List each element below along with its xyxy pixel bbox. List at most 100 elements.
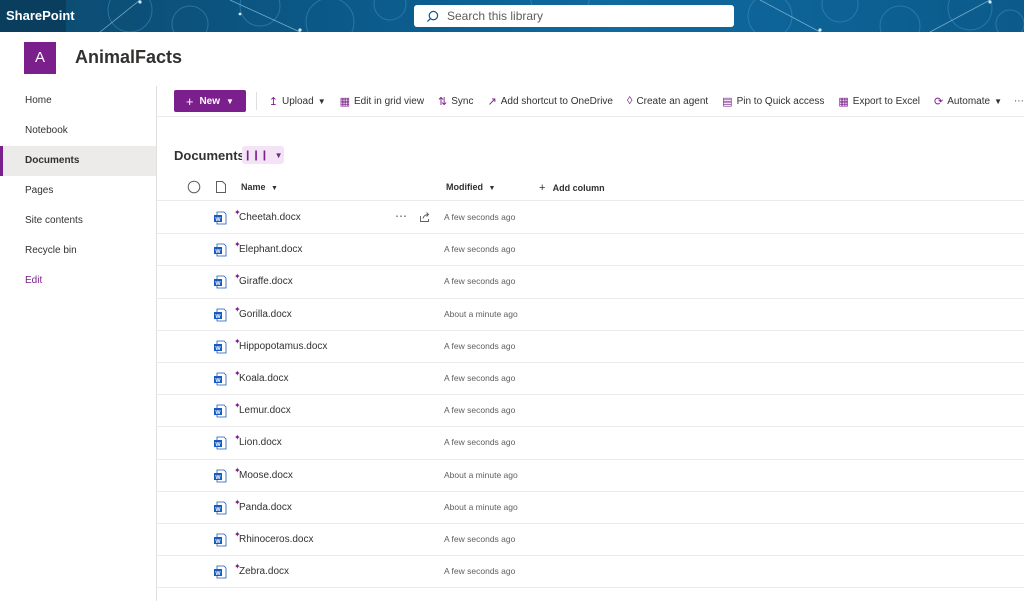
table-row[interactable]: W ✦ Cheetah.docx ⋯ A few seconds ago	[157, 202, 1024, 235]
nav-edit-link[interactable]: Edit	[0, 266, 156, 296]
modified-value: About a minute ago	[444, 469, 518, 480]
nav-item-documents[interactable]: Documents	[0, 146, 156, 176]
modified-value: A few seconds ago	[444, 437, 516, 448]
table-row[interactable]: W ✦ Giraffe.docx A few seconds ago	[157, 266, 1024, 299]
pin-quick-access-button[interactable]: ▤ Pin to Quick access	[722, 95, 824, 108]
modified-value: A few seconds ago	[444, 566, 516, 577]
table-row[interactable]: W ✦ Lemur.docx A few seconds ago	[157, 395, 1024, 428]
sync-button[interactable]: ⇅ Sync	[438, 95, 473, 108]
file-name-link[interactable]: Zebra.docx	[239, 566, 289, 577]
modified-value: A few seconds ago	[444, 340, 516, 351]
suite-bar: SharePoint Search this library	[0, 0, 1024, 32]
select-all-checkbox[interactable]	[187, 180, 201, 194]
file-name-link[interactable]: Cheetah.docx	[239, 212, 301, 223]
file-name-link[interactable]: Moose.docx	[239, 470, 293, 481]
svg-text:W: W	[215, 442, 221, 448]
word-icon: W	[214, 372, 227, 386]
share-icon[interactable]	[419, 211, 431, 223]
word-icon: W	[214, 211, 227, 225]
add-shortcut-button[interactable]: ↗ Add shortcut to OneDrive	[488, 95, 614, 108]
word-icon: W	[214, 501, 227, 515]
table-row[interactable]: W ✦ Rhinoceros.docx A few seconds ago	[157, 524, 1024, 557]
edit-grid-label: Edit in grid view	[354, 95, 425, 107]
table-row[interactable]: W ✦ Gorilla.docx About a minute ago	[157, 299, 1024, 331]
column-header-modified[interactable]: Modified ▼	[446, 182, 495, 192]
file-name-link[interactable]: Rhinoceros.docx	[239, 534, 313, 545]
modified-value: A few seconds ago	[444, 533, 516, 544]
column-modified-label: Modified	[446, 182, 483, 192]
nav-item-recycle-bin[interactable]: Recycle bin	[0, 236, 156, 266]
file-name-link[interactable]: Hippopotamus.docx	[239, 341, 327, 352]
create-agent-button[interactable]: ◊ Create an agent	[627, 95, 708, 107]
table-row[interactable]: W ✦ Koala.docx A few seconds ago	[157, 363, 1024, 396]
modified-value: About a minute ago	[444, 501, 518, 512]
nav-item-site-contents[interactable]: Site contents	[0, 206, 156, 236]
pin-quick-label: Pin to Quick access	[736, 95, 825, 107]
modified-value: A few seconds ago	[444, 276, 516, 287]
word-icon: W	[214, 340, 227, 354]
agent-icon: ◊	[627, 95, 633, 107]
table-row[interactable]: W ✦ Panda.docx About a minute ago	[157, 492, 1024, 524]
svg-text:W: W	[215, 249, 221, 255]
chevron-down-icon: ▼	[488, 185, 496, 192]
table-row[interactable]: W ✦ Lion.docx A few seconds ago	[157, 427, 1024, 460]
nav-item-pages[interactable]: Pages	[0, 176, 156, 206]
library-title[interactable]: Documents	[174, 148, 245, 163]
file-name-link[interactable]: Gorilla.docx	[239, 309, 292, 320]
chevron-down-icon: ▼	[226, 96, 234, 106]
search-box[interactable]: Search this library	[414, 5, 734, 27]
file-name-link[interactable]: Elephant.docx	[239, 244, 302, 255]
more-icon: ⋯	[1014, 95, 1024, 107]
automate-button[interactable]: ⟳ Automate ▼	[934, 95, 1002, 108]
new-button[interactable]: + New ▼	[174, 90, 246, 112]
table-row[interactable]: W ✦ Zebra.docx A few seconds ago	[157, 556, 1024, 589]
svg-text:W: W	[215, 410, 221, 416]
file-name-link[interactable]: Lemur.docx	[239, 405, 291, 416]
command-bar: + New ▼ ↥ Upload ▼ ▦ Edit in grid view ⇅…	[166, 86, 1024, 116]
modified-value: A few seconds ago	[444, 372, 516, 383]
search-icon	[426, 10, 439, 22]
modified-value: A few seconds ago	[444, 244, 516, 255]
svg-text:W: W	[215, 506, 221, 512]
edit-grid-view-button[interactable]: ▦ Edit in grid view	[340, 95, 424, 108]
grid-icon: ▦	[339, 95, 351, 108]
file-name-link[interactable]: Koala.docx	[239, 373, 288, 384]
shortcut-icon: ↗	[487, 95, 497, 108]
table-row[interactable]: W ✦ Moose.docx About a minute ago	[157, 460, 1024, 492]
file-name-link[interactable]: Lion.docx	[239, 437, 282, 448]
word-icon: W	[214, 275, 227, 289]
upload-label: Upload	[281, 95, 314, 107]
more-commands-button[interactable]: ⋯	[1014, 96, 1024, 107]
more-actions-icon[interactable]: ⋯	[395, 209, 408, 223]
search-placeholder: Search this library	[447, 9, 544, 23]
chevron-down-icon: ▼	[271, 185, 278, 192]
word-icon: W	[214, 469, 227, 482]
nav-item-home[interactable]: Home	[0, 86, 156, 116]
excel-icon: ▦	[838, 95, 849, 108]
add-shortcut-label: Add shortcut to OneDrive	[500, 95, 613, 107]
add-column-label: Add column	[552, 183, 605, 193]
table-row[interactable]: W ✦ Elephant.docx A few seconds ago	[157, 234, 1024, 267]
sharepoint-brand[interactable]: SharePoint	[0, 0, 75, 32]
upload-button[interactable]: ↥ Upload ▼	[269, 95, 326, 108]
nav-item-notebook[interactable]: Notebook	[0, 116, 156, 146]
modified-value: A few seconds ago	[444, 405, 516, 416]
modified-value: About a minute ago	[444, 308, 518, 319]
word-icon: W	[214, 404, 227, 418]
upload-icon: ↥	[268, 95, 278, 108]
svg-text:W: W	[215, 539, 221, 545]
list-header: Name ▼ Modified ▼ + Add column	[157, 173, 1024, 201]
file-type-icon[interactable]	[215, 180, 227, 194]
site-logo[interactable]: A	[24, 42, 56, 74]
word-icon: W	[214, 308, 227, 321]
chevron-down-icon: ▼	[317, 96, 326, 106]
export-excel-button[interactable]: ▦ Export to Excel	[838, 95, 920, 108]
column-header-name[interactable]: Name ▼	[241, 182, 278, 192]
plus-icon: +	[185, 93, 194, 109]
file-name-link[interactable]: Panda.docx	[239, 502, 292, 513]
view-selector[interactable]: ❙❙❙ ▼	[242, 146, 284, 164]
table-row[interactable]: W ✦ Hippopotamus.docx A few seconds ago	[157, 331, 1024, 363]
file-name-link[interactable]: Giraffe.docx	[239, 276, 293, 287]
add-column-button[interactable]: + Add column	[539, 182, 605, 194]
site-title[interactable]: AnimalFacts	[75, 47, 182, 68]
